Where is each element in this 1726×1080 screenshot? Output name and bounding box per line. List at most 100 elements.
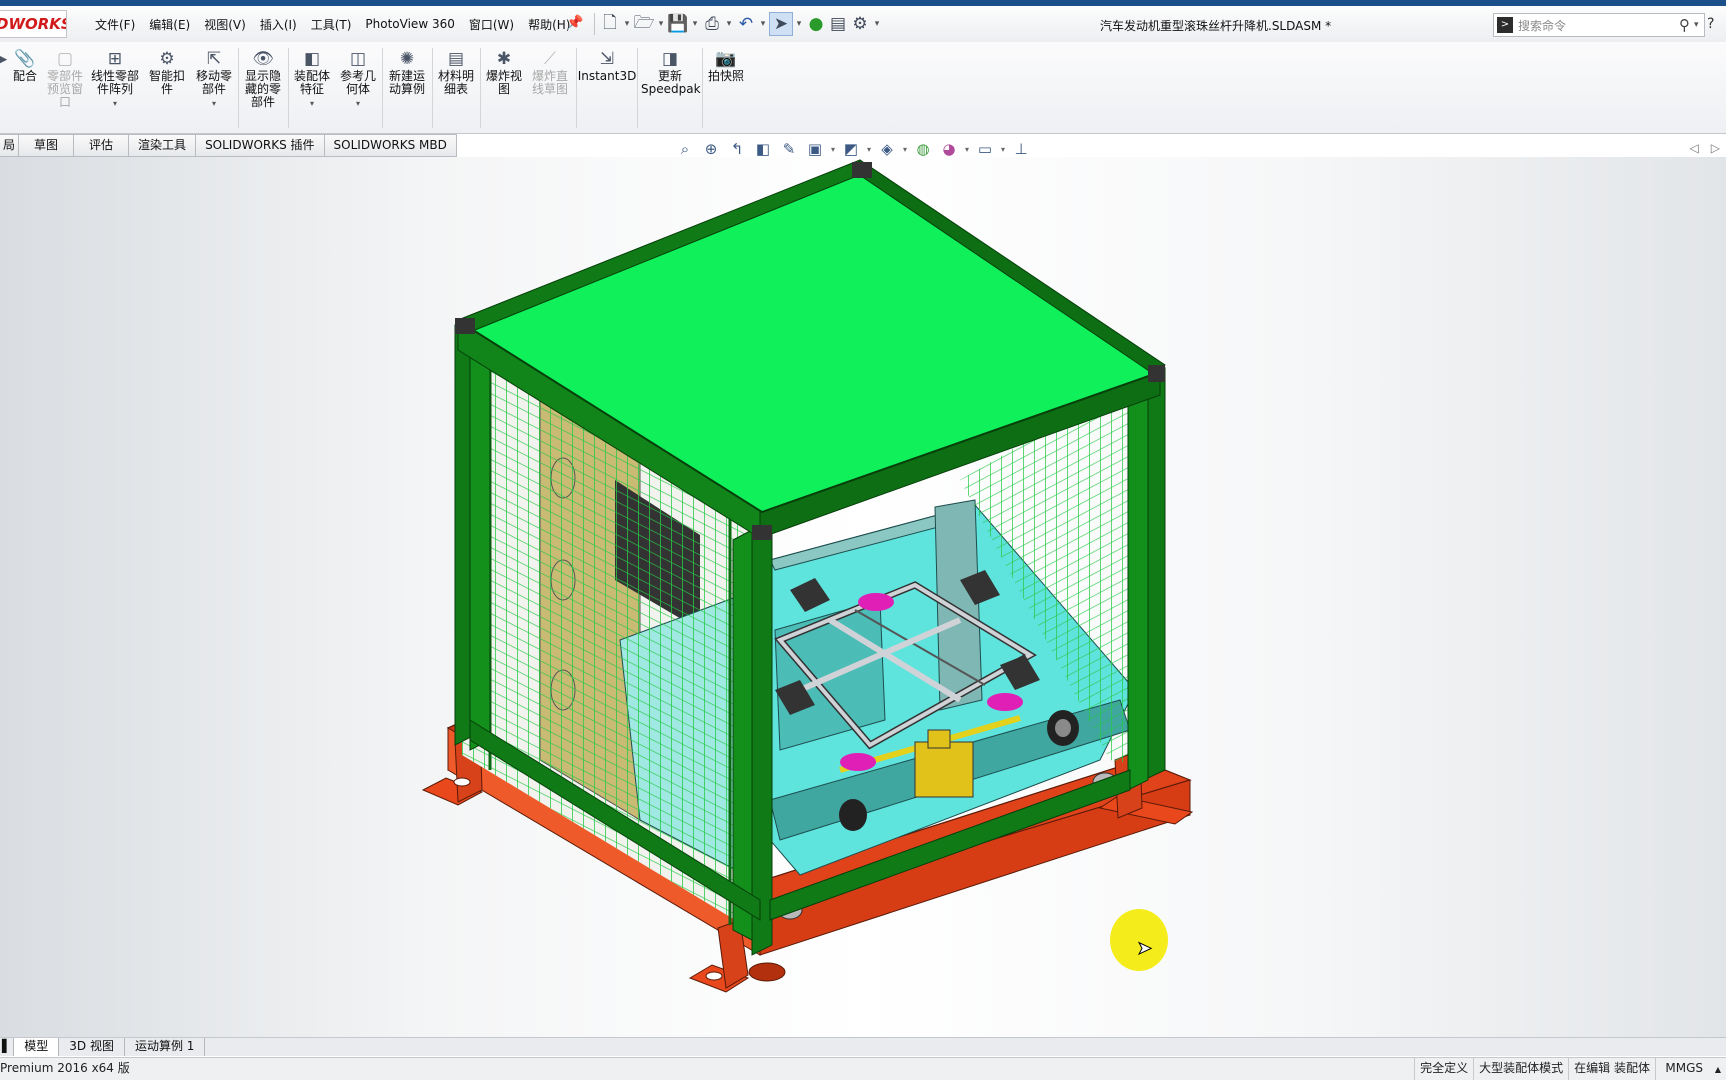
speedpak-icon: ◨ xyxy=(661,49,679,69)
menu-tools[interactable]: 工具(T) xyxy=(304,16,359,33)
chevron-down-icon[interactable]: ▾ xyxy=(621,19,633,29)
dynamic-annotation-icon[interactable]: ✎ xyxy=(776,140,802,158)
collapse-right-icon[interactable]: ▷ xyxy=(1711,141,1720,155)
menu-edit[interactable]: 编辑(E) xyxy=(142,16,197,33)
options-gear-icon[interactable]: ⚙ xyxy=(849,13,871,35)
tab-solidworks-mbd[interactable]: SOLIDWORKS MBD xyxy=(324,134,457,157)
bottom-tabs: ▌ 模型 3D 视图 运动算例 1 xyxy=(0,1037,1726,1056)
chevron-down-icon[interactable]: ▾ xyxy=(900,145,910,154)
ribbon-speedpak-button[interactable]: ◨ 更新Speedpak xyxy=(640,48,701,96)
print-icon[interactable]: ⎙ xyxy=(701,13,723,35)
assembly-model[interactable] xyxy=(0,157,1726,1041)
apply-scene-icon[interactable]: ◕ xyxy=(936,140,962,158)
undo-icon[interactable]: ↶ xyxy=(735,13,757,35)
menu-window[interactable]: 窗口(W) xyxy=(462,16,521,33)
status-large-assembly[interactable]: 大型装配体模式 xyxy=(1473,1058,1568,1080)
tab-3d-views[interactable]: 3D 视图 xyxy=(59,1038,125,1056)
bom-icon: ▤ xyxy=(447,49,465,69)
menu-view[interactable]: 视图(V) xyxy=(197,16,253,33)
status-editing: 在编辑 装配体 xyxy=(1568,1058,1655,1080)
chevron-down-icon[interactable]: ▾ xyxy=(757,19,769,29)
view-settings-monitor-icon[interactable]: ▭ xyxy=(972,140,998,158)
main-menu: 文件(F) 编辑(E) 视图(V) 插入(I) 工具(T) PhotoView … xyxy=(88,6,577,42)
ribbon-motion-study-button[interactable]: ✺ 新建运动算例 xyxy=(384,48,430,96)
bottom-tabs-scroll[interactable]: ▌ xyxy=(0,1038,15,1056)
ribbon-reference-geometry-button[interactable]: ◫ 参考几何体 ▾ xyxy=(336,48,380,110)
heads-up-view-toolbar: ⌕ ⊕ ↰ ◧ ✎ ▣ ▾ ◩ ▾ ◈ ▾ ◍ ◕ ▾ ▭ ▾ ⊥ xyxy=(672,140,1034,158)
status-version: Premium 2016 x64 版 xyxy=(0,1061,130,1075)
ribbon-move-component-button[interactable]: ⇱ 移动零部件 ▾ xyxy=(192,48,236,110)
edit-appearance-icon[interactable]: ◍ xyxy=(910,140,936,158)
chevron-down-icon[interactable]: ▾ xyxy=(1694,20,1704,30)
ribbon-separator xyxy=(480,48,481,128)
command-tabs: 局 草图 评估 渲染工具 SOLIDWORKS 插件 SOLIDWORKS MB… xyxy=(0,134,457,157)
tab-model[interactable]: 模型 xyxy=(14,1038,60,1056)
hide-show-items-icon[interactable]: ◈ xyxy=(874,140,900,158)
search-icon[interactable]: ⚲ xyxy=(1679,16,1690,34)
chevron-down-icon: ▾ xyxy=(309,99,314,108)
ribbon-separator xyxy=(637,48,638,128)
new-document-icon[interactable]: 🗋 xyxy=(599,13,621,35)
ribbon-explode-view-button[interactable]: ✱ 爆炸视图 xyxy=(482,48,526,96)
save-icon[interactable]: 💾 xyxy=(667,13,689,35)
zoom-to-fit-icon[interactable]: ⌕ xyxy=(672,140,698,158)
chevron-down-icon[interactable]: ▾ xyxy=(655,19,667,29)
menu-file[interactable]: 文件(F) xyxy=(88,16,142,33)
chevron-down-icon[interactable]: ▾ xyxy=(689,19,701,29)
help-icon[interactable]: ? xyxy=(1707,16,1714,32)
display-style-icon[interactable]: ◩ xyxy=(838,140,864,158)
ribbon-component-preview-button[interactable]: ▢ 零部件预览窗口 xyxy=(43,48,87,109)
chevron-down-icon: ▾ xyxy=(355,99,360,108)
search-box[interactable]: > 搜索命令 ⚲ ▾ xyxy=(1493,13,1705,37)
tab-evaluate[interactable]: 评估 xyxy=(74,134,130,157)
collapse-left-icon[interactable]: ◁ xyxy=(1690,141,1699,155)
ribbon-smart-fastener-button[interactable]: ⚙ 智能扣件 xyxy=(146,48,188,96)
ribbon-explode-line-button[interactable]: ⟋ 爆炸直线草图 xyxy=(528,48,572,96)
ribbon-separator xyxy=(702,48,703,128)
chevron-down-icon[interactable]: ▾ xyxy=(871,19,883,29)
ribbon-mate-button[interactable]: 📎 配合 xyxy=(8,48,42,83)
triad-axis-icon[interactable]: ⊥ xyxy=(1008,140,1034,158)
status-units[interactable]: MMGS ▲ xyxy=(1655,1058,1726,1080)
graphics-viewport[interactable] xyxy=(0,157,1726,1041)
section-view-icon[interactable]: ◧ xyxy=(750,140,776,158)
solidworks-logo[interactable]: DWORKS xyxy=(0,10,67,38)
open-folder-icon[interactable]: 🗁 xyxy=(633,13,655,35)
select-pointer-icon[interactable]: ➤ xyxy=(769,12,793,36)
ribbon-instant3d-button[interactable]: ⇲ Instant3D xyxy=(578,48,637,83)
chevron-up-icon: ▲ xyxy=(1714,1065,1721,1074)
chevron-down-icon[interactable]: ▾ xyxy=(723,19,735,29)
ribbon-assembly-feature-button[interactable]: ◧ 装配体特征 ▾ xyxy=(290,48,334,110)
chevron-down-icon[interactable]: ▾ xyxy=(828,145,838,154)
tab-motion-study-1[interactable]: 运动算例 1 xyxy=(125,1038,206,1056)
ribbon-separator xyxy=(238,48,239,128)
tab-render-tools[interactable]: 渲染工具 xyxy=(129,134,197,157)
status-right: 完全定义 大型装配体模式 在编辑 装配体 MMGS ▲ xyxy=(1414,1058,1726,1080)
ribbon-snapshot-button[interactable]: 📷 拍快照 xyxy=(704,48,748,83)
status-fully-defined: 完全定义 xyxy=(1414,1058,1473,1080)
explode-line-icon: ⟋ xyxy=(544,49,556,69)
tab-solidworks-addins[interactable]: SOLIDWORKS 插件 xyxy=(196,134,325,157)
chevron-down-icon[interactable]: ▾ xyxy=(793,19,805,29)
command-prompt-icon: > xyxy=(1497,17,1513,33)
view-orientation-icon[interactable]: ▣ xyxy=(802,140,828,158)
ribbon-show-hidden-button[interactable]: 👁 显示隐藏的零部件 xyxy=(241,48,285,109)
tab-layout[interactable]: 局 xyxy=(0,134,20,157)
rebuild-traffic-light-icon[interactable]: ● xyxy=(805,13,827,35)
search-input[interactable]: 搜索命令 xyxy=(1518,17,1679,34)
previous-view-icon[interactable]: ↰ xyxy=(724,140,750,158)
tab-sketch[interactable]: 草图 xyxy=(19,134,75,157)
menu-insert[interactable]: 插入(I) xyxy=(253,16,304,33)
ribbon-linear-pattern-button[interactable]: ⊞ 线性零部件阵列 ▾ xyxy=(89,48,141,110)
chevron-down-icon[interactable]: ▾ xyxy=(962,145,972,154)
task-pane-controls: ◁ ▷ xyxy=(1690,141,1720,155)
chevron-down-icon[interactable]: ▾ xyxy=(864,145,874,154)
pin-icon[interactable]: 📌 xyxy=(566,15,583,31)
zoom-to-area-icon[interactable]: ⊕ xyxy=(698,140,724,158)
chevron-down-icon[interactable]: ▾ xyxy=(998,145,1008,154)
assembly-feature-icon: ◧ xyxy=(303,49,321,69)
menu-photoview[interactable]: PhotoView 360 xyxy=(358,17,461,31)
ribbon-bom-button[interactable]: ▤ 材料明细表 xyxy=(434,48,478,96)
ribbon-separator xyxy=(432,48,433,128)
file-properties-icon[interactable]: ▤ xyxy=(827,13,849,35)
